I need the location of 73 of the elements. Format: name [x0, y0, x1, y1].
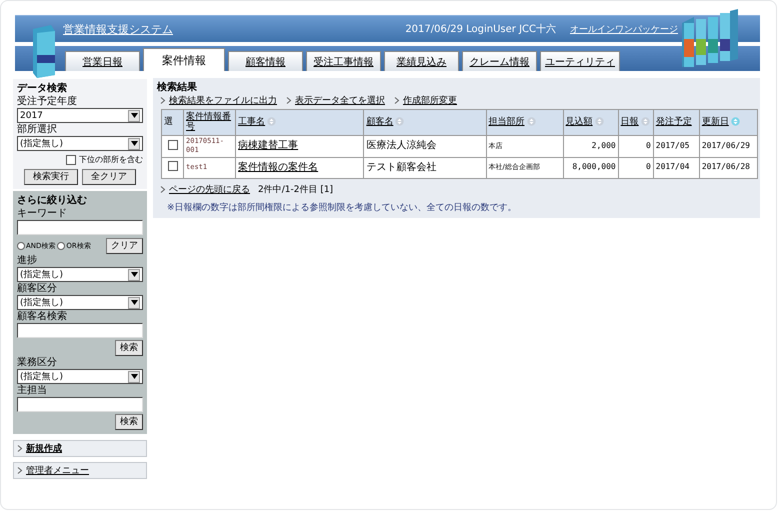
column-header[interactable]: 顧客名 — [364, 110, 486, 136]
input-field[interactable] — [17, 323, 143, 338]
search-button[interactable]: 検索 — [115, 340, 143, 356]
column-header: 選 — [162, 110, 184, 136]
nav-tab[interactable]: 業績見込み — [384, 51, 459, 71]
radio-button[interactable] — [57, 242, 66, 250]
radio-button[interactable] — [17, 242, 25, 250]
column-header[interactable]: 工事名 — [236, 110, 364, 136]
search-button[interactable]: 検索実行 — [24, 169, 78, 185]
table-cell: 2017/05 — [656, 140, 690, 150]
nav-tab[interactable]: ユーティリティ — [540, 51, 620, 71]
table-cell: 0 — [646, 162, 651, 172]
table-cell: 0 — [646, 140, 651, 150]
field-label: 主担当 — [17, 385, 48, 397]
results-title: 検索結果 — [157, 80, 198, 94]
nav-tab[interactable]: 顧客情報 — [228, 51, 303, 71]
input-field[interactable] — [17, 220, 143, 235]
section-title: データ検索 — [17, 82, 68, 95]
nav-tab[interactable]: 営業日報 — [65, 51, 140, 71]
field-label: 部所選択 — [17, 124, 58, 136]
table-cell: 8,000,000 — [572, 162, 616, 172]
dropdown[interactable]: (指定無し) — [17, 136, 143, 151]
column-header[interactable]: 見込額 — [563, 110, 618, 136]
table-cell: 医療法人涼純会 — [366, 140, 436, 152]
table-cell: 2017/06/29 — [702, 140, 750, 150]
dropdown[interactable]: 2017 — [17, 108, 143, 123]
column-header[interactable]: 更新日 — [699, 110, 758, 136]
field-label: 進捗 — [17, 255, 38, 267]
column-header[interactable]: 担当部所 — [486, 110, 564, 136]
chevron-icon — [394, 97, 400, 104]
nav-tab[interactable]: 案件情報 — [143, 48, 225, 71]
column-header[interactable]: 日報 — [618, 110, 654, 136]
dropdown[interactable]: (指定無し) — [17, 295, 143, 310]
field-label: 受注予定年度 — [17, 96, 78, 108]
chevron-icon — [286, 97, 292, 104]
chevron-icon — [160, 97, 166, 104]
field-label: 顧客区分 — [17, 283, 58, 295]
field-label: キーワード — [17, 208, 68, 220]
row-checkbox[interactable] — [168, 140, 178, 150]
back-to-top-link[interactable]: ページの先頭に戻る — [157, 182, 250, 196]
dropdown[interactable]: (指定無し) — [17, 369, 143, 384]
table-cell: 2017/04 — [656, 162, 690, 172]
clear-button[interactable]: クリア — [106, 238, 143, 254]
dropdown[interactable]: (指定無し) — [17, 267, 143, 282]
checkbox[interactable] — [66, 154, 76, 164]
search-button[interactable]: 検索 — [115, 414, 143, 430]
field-label: 顧客名検索 — [17, 311, 68, 323]
column-header[interactable]: 発注予定 — [653, 110, 700, 136]
row-checkbox[interactable] — [168, 161, 178, 172]
column-header[interactable]: 案件情報番号 — [184, 110, 236, 136]
search-button[interactable]: 全クリア — [82, 169, 136, 185]
nav-tab[interactable]: 受注工事情報 — [306, 51, 381, 71]
note-text: ※日報欄の数字は部所間権限による参照制限を考慮していない、全ての日報の数です。 — [167, 202, 518, 214]
action-link[interactable]: 表示データ全てを選択 — [283, 94, 385, 107]
package-link[interactable]: オールインワンパッケージ — [570, 22, 678, 36]
action-link[interactable]: 検索結果をファイルに出力 — [157, 94, 277, 107]
nav-tab[interactable]: クレーム情報 — [462, 51, 537, 71]
chevron-icon — [160, 186, 166, 193]
chevron-icon — [17, 445, 23, 452]
result-count: 2件中/1-2件目 [1] — [258, 184, 334, 196]
menu-link[interactable]: 管理者メニュー — [13, 462, 147, 479]
action-link[interactable]: 作成部所変更 — [391, 94, 457, 107]
chevron-icon — [17, 467, 23, 474]
field-label: 業務区分 — [17, 357, 58, 369]
table-cell: テスト顧客会社 — [366, 162, 436, 173]
input-field[interactable] — [17, 397, 143, 412]
login-info: 2017/06/29 LoginUser JCC十六 — [405, 22, 556, 36]
system-title-link[interactable]: 営業情報支援システム — [63, 22, 173, 36]
table-cell: 2,000 — [592, 140, 616, 150]
menu-link[interactable]: 新規作成 — [13, 440, 147, 457]
section-title: さらに絞り込む — [17, 194, 88, 207]
table-cell: 2017/06/28 — [702, 162, 750, 172]
checkbox-label: 下位の部所を含む — [79, 154, 143, 165]
